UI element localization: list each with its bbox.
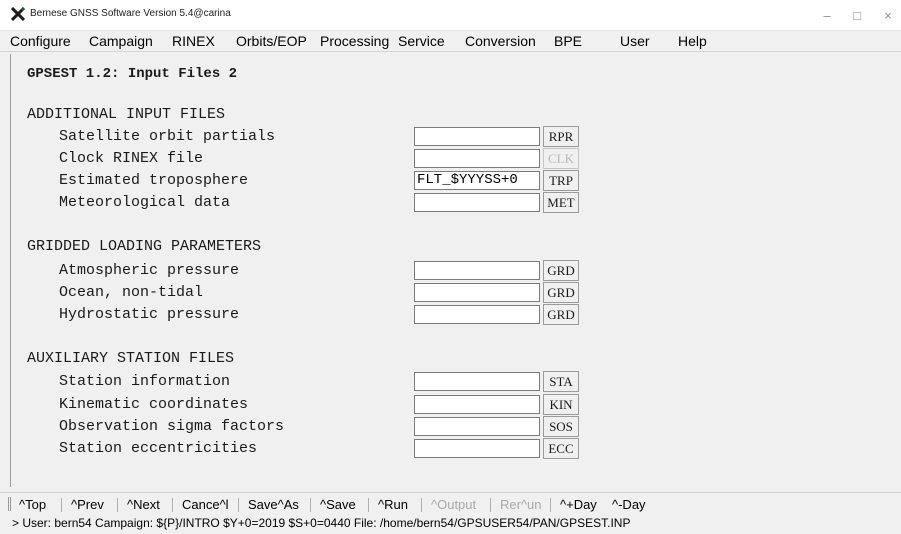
app-x-icon xyxy=(11,7,25,21)
label-station-information: Station information xyxy=(59,373,231,390)
section-gridded-loading-parameters: GRIDDED LOADING PARAMETERS xyxy=(27,238,262,255)
maximize-button[interactable]: □ xyxy=(840,0,874,31)
label-kinematic-coordinates: Kinematic coordinates xyxy=(59,396,249,413)
output-button: ^Output xyxy=(431,497,477,512)
label-hydrostatic-pressure: Hydrostatic pressure xyxy=(59,306,240,323)
rerun-button: Rer^un xyxy=(500,497,542,512)
save-as-button[interactable]: Save^As xyxy=(248,497,299,512)
meteorological-data-input[interactable] xyxy=(414,193,540,212)
minimize-button[interactable]: – xyxy=(810,0,844,31)
station-information-input[interactable] xyxy=(414,372,540,391)
prev-button[interactable]: ^Prev xyxy=(71,497,104,512)
plus-day-button[interactable]: ^+Day xyxy=(560,497,597,512)
menu-user[interactable]: User xyxy=(620,33,650,49)
trp-select-button[interactable]: TRP xyxy=(543,170,579,191)
minus-day-button[interactable]: ^-Day xyxy=(612,497,646,512)
menu-processing[interactable]: Processing xyxy=(320,33,389,49)
label-ocean-non-tidal: Ocean, non-tidal xyxy=(59,284,204,301)
label-station-eccentricities: Station eccentricities xyxy=(59,440,258,457)
run-button[interactable]: ^Run xyxy=(378,497,408,512)
menu-bar: Configure Campaign RINEX Orbits/EOP Proc… xyxy=(0,31,901,52)
ocean-non-tidal-input[interactable] xyxy=(414,283,540,302)
label-meteorological-data: Meteorological data xyxy=(59,194,231,211)
kin-select-button[interactable]: KIN xyxy=(543,394,579,415)
menu-orbits-eop[interactable]: Orbits/EOP xyxy=(236,33,307,49)
clk-select-button: CLK xyxy=(543,148,579,169)
separator xyxy=(117,498,118,512)
ecc-select-button[interactable]: ECC xyxy=(543,438,579,459)
met-select-button[interactable]: MET xyxy=(543,192,579,213)
grd-ocean-select-button[interactable]: GRD xyxy=(543,282,579,303)
menu-conversion[interactable]: Conversion xyxy=(465,33,536,49)
grd-atmospheric-select-button[interactable]: GRD xyxy=(543,260,579,281)
station-eccentricities-input[interactable] xyxy=(414,439,540,458)
next-button[interactable]: ^Next xyxy=(127,497,160,512)
save-button[interactable]: ^Save xyxy=(320,497,356,512)
menu-service[interactable]: Service xyxy=(398,33,445,49)
atmospheric-pressure-input[interactable] xyxy=(414,261,540,280)
estimated-troposphere-input[interactable]: FLT_$YYYSS+0 xyxy=(414,171,540,190)
window-title: Bernese GNSS Software Version 5.4@carina xyxy=(30,8,231,19)
grd-hydrostatic-select-button[interactable]: GRD xyxy=(543,304,579,325)
menu-configure[interactable]: Configure xyxy=(10,33,71,49)
separator xyxy=(550,498,551,512)
label-estimated-troposphere: Estimated troposphere xyxy=(59,172,249,189)
label-satellite-orbit-partials: Satellite orbit partials xyxy=(59,128,276,145)
sos-select-button[interactable]: SOS xyxy=(543,416,579,437)
bottom-button-bar: ^Top ^Prev ^Next Cance^l Save^As ^Save ^… xyxy=(0,492,901,514)
rpr-select-button[interactable]: RPR xyxy=(543,126,579,147)
sta-select-button[interactable]: STA xyxy=(543,371,579,392)
menu-help[interactable]: Help xyxy=(678,33,707,49)
satellite-orbit-partials-input[interactable] xyxy=(414,127,540,146)
section-additional-input-files: ADDITIONAL INPUT FILES xyxy=(27,106,226,123)
separator xyxy=(368,498,369,512)
separator xyxy=(310,498,311,512)
label-atmospheric-pressure: Atmospheric pressure xyxy=(59,262,240,279)
menu-bpe[interactable]: BPE xyxy=(554,33,582,49)
hydrostatic-pressure-input[interactable] xyxy=(414,305,540,324)
menu-rinex[interactable]: RINEX xyxy=(172,33,215,49)
separator xyxy=(61,498,62,512)
observation-sigma-factors-input[interactable] xyxy=(414,417,540,436)
separator xyxy=(421,498,422,512)
panel-title: GPSEST 1.2: Input Files 2 xyxy=(27,66,238,82)
menu-campaign[interactable]: Campaign xyxy=(89,33,153,49)
toolbar-grip-icon xyxy=(8,497,11,511)
section-auxiliary-station-files: AUXILIARY STATION FILES xyxy=(27,350,235,367)
status-line: > User: bern54 Campaign: ${P}/INTRO $Y+0… xyxy=(12,516,631,530)
label-observation-sigma-factors: Observation sigma factors xyxy=(59,418,285,435)
separator xyxy=(490,498,491,512)
clock-rinex-file-input[interactable] xyxy=(414,149,540,168)
close-button[interactable]: × xyxy=(871,0,901,31)
top-button[interactable]: ^Top xyxy=(19,497,46,512)
separator xyxy=(238,498,239,512)
cancel-button[interactable]: Cance^l xyxy=(182,497,229,512)
separator xyxy=(172,498,173,512)
kinematic-coordinates-input[interactable] xyxy=(414,395,540,414)
title-bar: Bernese GNSS Software Version 5.4@carina… xyxy=(0,0,901,31)
label-clock-rinex-file: Clock RINEX file xyxy=(59,150,204,167)
